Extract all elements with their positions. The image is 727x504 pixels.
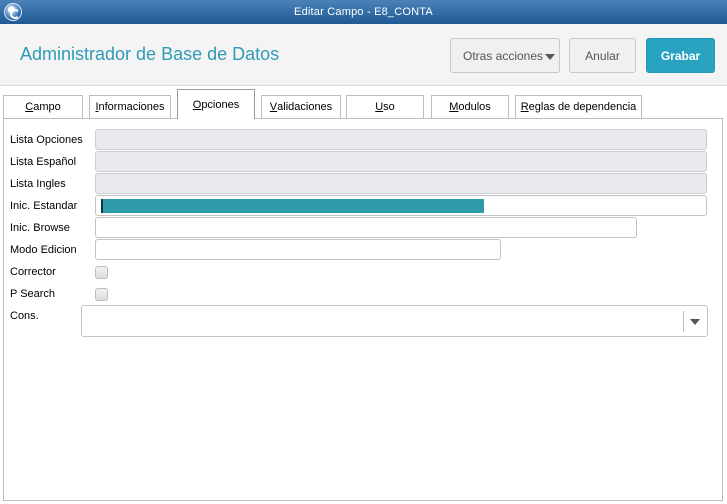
more-actions-button[interactable]: Otras acciones: [450, 38, 560, 73]
save-button[interactable]: Grabar: [646, 38, 715, 73]
corrector-label: Corrector: [10, 266, 56, 278]
tab-accesskey: U: [375, 101, 384, 113]
page-title: Administrador de Base de Datos: [20, 44, 280, 64]
lista-opciones-label: Lista Opciones: [10, 134, 83, 146]
tab-label-rest: odulos: [458, 101, 491, 113]
cons-dropdown[interactable]: [81, 305, 708, 337]
inic-browse-input[interactable]: [95, 217, 637, 238]
tab-accesskey: C: [25, 101, 34, 113]
tab-modulos[interactable]: Modulos: [431, 95, 509, 118]
tab-label-rest: eglas de dependencia: [528, 101, 637, 113]
tab-label-rest: pciones: [201, 98, 240, 111]
modo-edicion-label: Modo Edicion: [10, 244, 77, 256]
tab-validaciones[interactable]: Validaciones: [261, 95, 341, 118]
dropdown-separator: [683, 311, 684, 332]
cons-label: Cons.: [10, 310, 39, 322]
tab-accesskey: M: [449, 101, 459, 113]
corrector-checkbox[interactable]: [95, 266, 108, 279]
p-search-label: P Search: [10, 288, 56, 300]
tab-campo[interactable]: Campo: [3, 95, 83, 118]
tab-uso[interactable]: Uso: [346, 95, 424, 118]
more-actions-label: Otras acciones: [463, 48, 544, 63]
lista-ingles-field: [95, 173, 707, 194]
app-logo-icon[interactable]: [4, 3, 22, 21]
cancel-button[interactable]: Anular: [569, 38, 636, 73]
p-search-checkbox[interactable]: [95, 288, 108, 301]
tab-informaciones[interactable]: Informaciones: [89, 95, 171, 118]
lista-espanol-label: Lista Español: [10, 156, 77, 168]
tab-accesskey: O: [192, 98, 202, 111]
modo-edicion-input[interactable]: [95, 239, 501, 260]
lista-espanol-field: [95, 151, 707, 172]
title-bar: Editar Campo - E8_CONTA: [0, 0, 727, 24]
inic-estandar-label: Inic. Estandar: [10, 200, 78, 212]
header: Administrador de Base de Datos Otras acc…: [0, 24, 727, 86]
inic-browse-label: Inic. Browse: [10, 222, 70, 234]
inic-estandar-input[interactable]: [95, 195, 707, 216]
lista-opciones-field: [95, 129, 707, 150]
chevron-down-icon[interactable]: [690, 319, 700, 325]
tab-opciones[interactable]: Opciones: [177, 89, 255, 119]
tab-label-rest: alidaciones: [277, 101, 333, 113]
tab-label-rest: nformaciones: [98, 101, 165, 113]
tab-accesskey: V: [269, 101, 278, 113]
tab-accesskey: R: [520, 101, 529, 113]
tab-label-rest: ampo: [33, 101, 61, 113]
options-panel: Lista Opciones Lista Español Lista Ingle…: [3, 118, 723, 501]
lista-ingles-label: Lista Ingles: [10, 178, 66, 190]
tab-bar: Campo Informaciones Opciones Validacione…: [0, 86, 727, 119]
window-title: Editar Campo - E8_CONTA: [294, 6, 433, 18]
tab-reglas-de-dependencia[interactable]: Reglas de dependencia: [515, 95, 642, 118]
tab-label-rest: so: [383, 101, 395, 113]
text-selection-highlight: [101, 199, 484, 213]
chevron-down-icon: [545, 54, 555, 60]
